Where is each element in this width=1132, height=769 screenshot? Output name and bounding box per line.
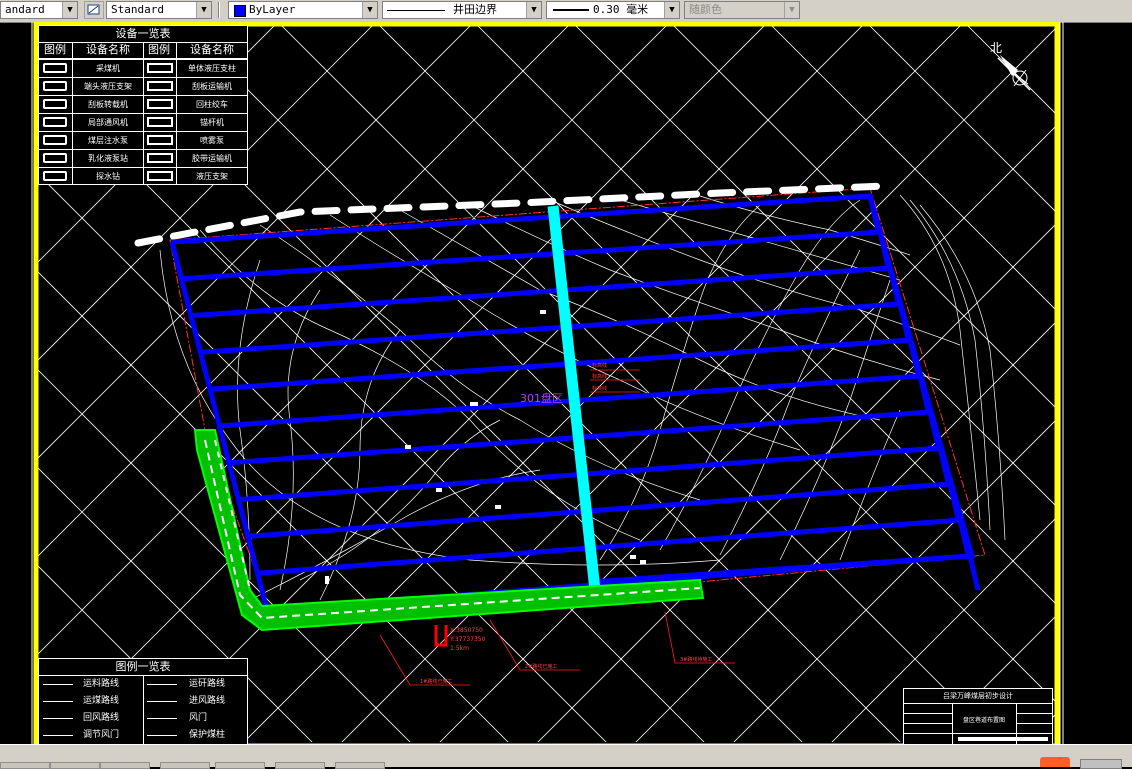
equipment-name-right: 喷雾泵 [200, 136, 224, 145]
linetype-value: 井田边界 [453, 3, 497, 16]
svg-text:标高线: 标高线 [592, 362, 607, 369]
title-block: 吕梁万峰煤层初步设计 盘区巷道布置图 [903, 688, 1053, 746]
equipment-table-title: 设备一览表 [39, 26, 247, 43]
legend-name-left: 运煤路线 [83, 696, 120, 706]
legend-name-right: 保护煤柱 [189, 730, 226, 740]
lineweight-dropdown[interactable]: 0.30 毫米 ▼ [546, 1, 680, 19]
dimension-style-value: Standard [111, 3, 164, 16]
plot-style-value: 随颜色 [689, 3, 722, 16]
coordinate-label-2: Y:37737350 [449, 636, 486, 643]
header-name-1: 设备名称 [86, 43, 130, 56]
equipment-name-left: 探水钻 [96, 172, 120, 181]
legend-name-right: 运矸路线 [189, 679, 226, 689]
equipment-name-right: 锚杆机 [200, 118, 224, 127]
status-bar [0, 744, 1132, 769]
linetype-dropdown[interactable]: 井田边界 ▼ [382, 1, 542, 19]
equipment-name-left: 端头液压支架 [84, 82, 132, 91]
plot-style-dropdown[interactable]: 随颜色 ▼ [684, 1, 800, 19]
color-swatch [234, 5, 246, 17]
equipment-name-left: 煤层注水泵 [88, 136, 128, 145]
header-legend-2: 图例 [148, 43, 170, 56]
chevron-down-icon[interactable]: ▼ [362, 2, 377, 18]
line-symbol-icon [43, 701, 73, 702]
text-style-value: andard [5, 3, 45, 16]
equipment-name-right: 单体液压支柱 [188, 64, 236, 73]
equipment-symbol-icon [43, 81, 67, 91]
annotation-leaders [379, 369, 735, 686]
equipment-name-right: 液压支架 [196, 172, 228, 181]
line-symbol-icon [147, 718, 177, 719]
legend-table: 图例一览表 运料路线 运矸路线 运煤路线 进风路线 回风路线 风门 调节风门 保… [38, 658, 248, 746]
line-symbol-icon [147, 701, 177, 702]
line-symbol-icon [147, 735, 177, 736]
title-block-title: 吕梁万峰煤层初步设计 [943, 692, 1013, 700]
dimension-style-glyph [87, 4, 100, 15]
coordinate-label-1: X:3850750 [450, 627, 483, 634]
color-dropdown[interactable]: ByLayer ▼ [228, 1, 378, 19]
equipment-symbol-icon [147, 153, 173, 163]
legend-name-left: 运料路线 [83, 679, 120, 689]
chevron-down-icon[interactable]: ▼ [62, 2, 77, 18]
svg-text:2#路线已施工: 2#路线已施工 [525, 663, 557, 670]
toolbar-separator [218, 2, 220, 18]
legend-name-right: 风门 [189, 713, 208, 723]
chevron-down-icon[interactable]: ▼ [784, 2, 799, 18]
dimension-style-icon[interactable] [84, 1, 104, 19]
equipment-name-left: 采煤机 [96, 64, 120, 73]
equipment-symbol-icon [43, 99, 67, 109]
equipment-symbol-icon [43, 153, 67, 163]
equipment-name-right: 回柱绞车 [196, 100, 228, 109]
chevron-down-icon[interactable]: ▼ [664, 2, 679, 18]
legend-table-title: 图例一览表 [39, 659, 247, 676]
properties-toolbar: andard ▼ Standard ▼ ByLayer ▼ 井田边界 ▼ 0.3… [0, 0, 1132, 23]
svg-text:1#路线已施工: 1#路线已施工 [420, 678, 452, 685]
equipment-name-left: 局部通风机 [88, 118, 128, 127]
scroll-handle[interactable] [1080, 759, 1122, 769]
equipment-symbol-icon [147, 63, 173, 73]
svg-text:北: 北 [990, 41, 1002, 55]
equipment-symbol-icon [147, 117, 173, 127]
north-arrow-icon: 北 [990, 41, 1031, 91]
text-style-dropdown[interactable]: andard ▼ [0, 1, 78, 19]
line-symbol-icon [43, 735, 73, 736]
lineweight-value: 0.30 毫米 [593, 3, 649, 16]
legend-name-left: 调节风门 [83, 730, 120, 740]
district-label: 301盘区 [520, 391, 563, 405]
dimension-style-dropdown[interactable]: Standard ▼ [106, 1, 212, 19]
equipment-symbol-icon [43, 117, 67, 127]
title-block-subtitle: 盘区巷道布置图 [962, 717, 1005, 724]
chevron-down-icon[interactable]: ▼ [196, 2, 211, 18]
equipment-symbol-icon [147, 99, 173, 109]
drawing-canvas[interactable]: 1#路线已施工 2#路线已施工 3#路线待施工 标高线 标高线 标高线 X:38… [0, 21, 1132, 749]
line-symbol-icon [43, 718, 73, 719]
legend-name-left: 回风路线 [83, 713, 120, 723]
equipment-symbol-icon [147, 171, 173, 181]
svg-text:3#路线待施工: 3#路线待施工 [680, 656, 712, 663]
header-name-2: 设备名称 [190, 43, 234, 56]
coordinate-label-3: 1:5km [450, 645, 469, 652]
equipment-symbol-icon [43, 171, 67, 181]
equipment-name-right: 刮板运输机 [192, 82, 232, 91]
chevron-down-icon[interactable]: ▼ [526, 2, 541, 18]
shaft-marker [434, 625, 448, 647]
equipment-table: 设备一览表 图例 设备名称 图例 设备名称 采煤机 单体液压支柱 端头液压支架 … [38, 25, 248, 185]
equipment-symbol-icon [43, 63, 67, 73]
equipment-name-right: 胶带运输机 [192, 154, 232, 163]
svg-text:标高线: 标高线 [592, 373, 607, 380]
equipment-name-left: 乳化液泵站 [88, 154, 128, 163]
equipment-symbol-icon [43, 135, 67, 145]
linetype-preview-icon [387, 10, 445, 11]
lineweight-preview-icon [553, 9, 589, 11]
line-symbol-icon [43, 684, 73, 685]
equipment-symbol-icon [147, 135, 173, 145]
svg-text:标高线: 标高线 [592, 385, 607, 392]
equipment-name-left: 刮板转载机 [88, 100, 128, 109]
line-symbol-icon [147, 684, 177, 685]
equipment-symbol-icon [147, 81, 173, 91]
legend-name-right: 进风路线 [189, 696, 226, 706]
contour-lines [159, 194, 1006, 601]
header-legend-1: 图例 [44, 43, 66, 56]
color-value: ByLayer [249, 3, 296, 16]
